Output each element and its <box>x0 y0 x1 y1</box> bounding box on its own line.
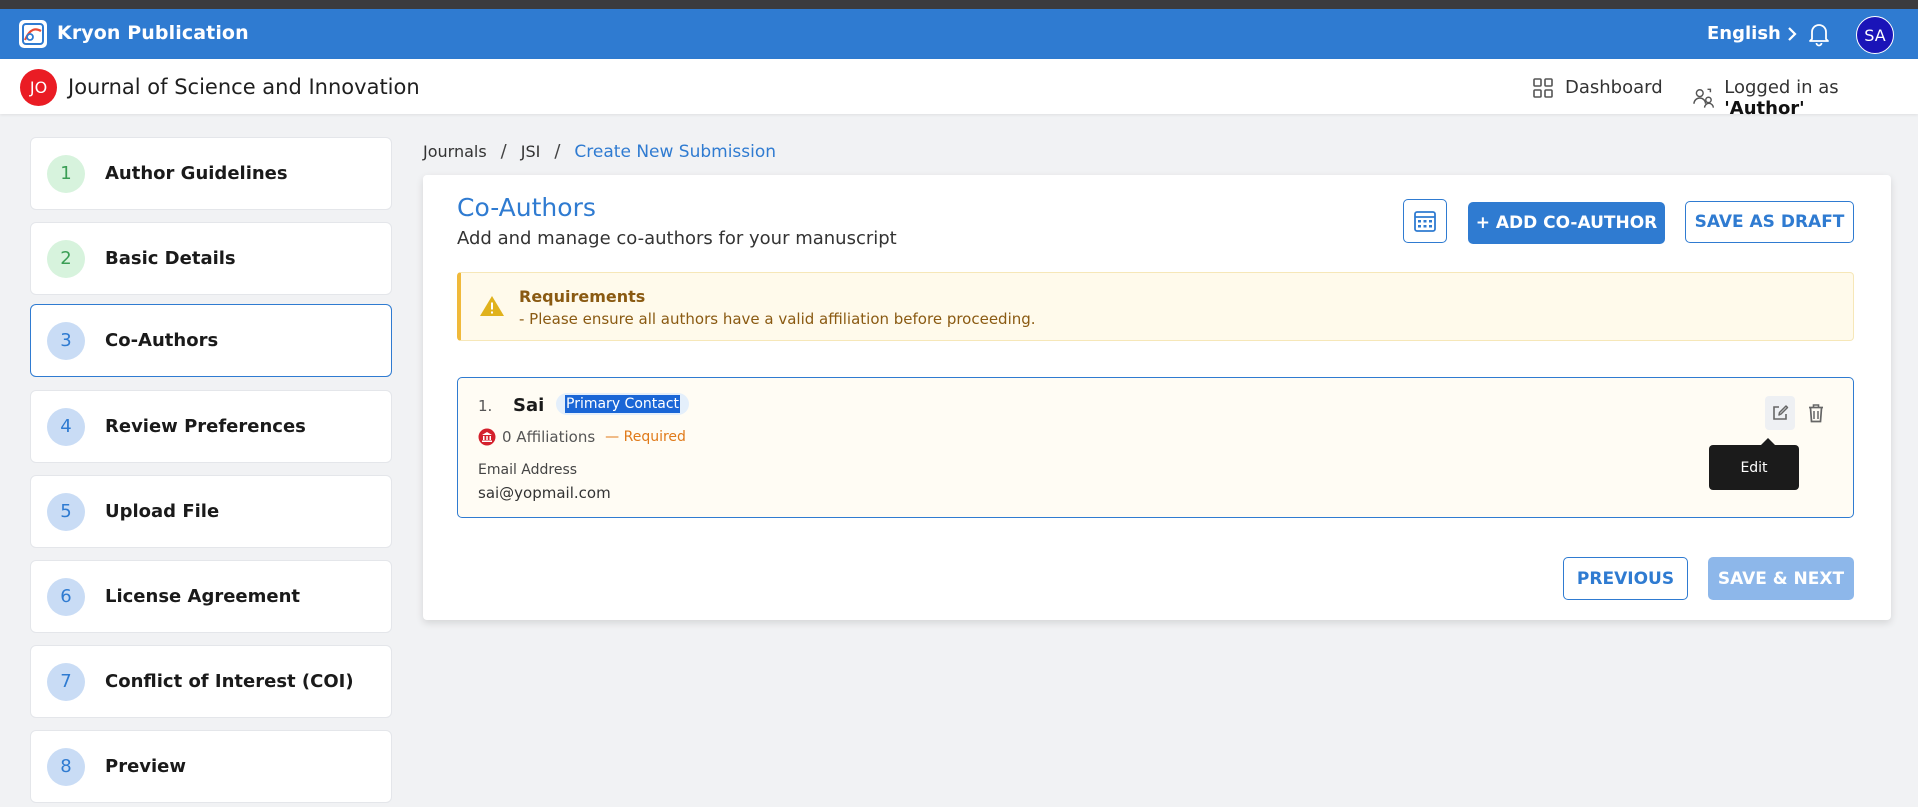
window-top-strip <box>0 0 1918 9</box>
step-label: Basic Details <box>105 248 236 269</box>
step-author-guidelines[interactable]: 1 Author Guidelines <box>30 137 392 210</box>
journal-title: Journal of Science and Innovation <box>68 75 420 99</box>
journal-bar: JO Journal of Science and Innovation Das… <box>0 59 1918 119</box>
logged-in-prefix: Logged in as <box>1724 77 1839 98</box>
step-number: 6 <box>47 577 85 616</box>
edit-author-button[interactable] <box>1765 396 1795 430</box>
save-and-next-button[interactable]: SAVE & NEXT <box>1708 557 1854 600</box>
step-label: Co-Authors <box>105 330 219 351</box>
email-label: Email Address <box>478 462 578 478</box>
step-license-agreement[interactable]: 6 License Agreement <box>30 560 392 633</box>
dashboard-grid-icon <box>1533 77 1553 98</box>
logged-in-status: Logged in as 'Author' <box>1693 77 1918 119</box>
edit-icon <box>1773 405 1789 420</box>
user-avatar[interactable]: SA <box>1856 16 1894 54</box>
previous-button[interactable]: PREVIOUS <box>1563 557 1688 600</box>
email-value: sai@yopmail.com <box>478 484 611 502</box>
co-authors-card: Co-Authors Add and manage co-authors for… <box>423 175 1891 620</box>
language-selector[interactable]: English <box>1707 23 1797 44</box>
user-switch-icon <box>1693 88 1715 108</box>
affiliations-status: 0 Affiliations — Required <box>478 428 686 446</box>
step-upload-file[interactable]: 5 Upload File <box>30 475 392 548</box>
step-basic-details[interactable]: 2 Basic Details <box>30 222 392 295</box>
step-number: 2 <box>47 239 85 278</box>
notification-bell-icon[interactable] <box>1806 21 1832 47</box>
author-name: Sai <box>513 395 545 416</box>
institution-icon <box>478 428 496 446</box>
step-label: Author Guidelines <box>105 163 288 184</box>
step-preview[interactable]: 8 Preview <box>30 730 392 803</box>
step-number: 3 <box>47 321 85 360</box>
trash-icon <box>1809 404 1823 423</box>
step-number: 7 <box>47 662 85 701</box>
page-subtitle: Add and manage co-authors for your manus… <box>457 228 897 249</box>
edit-tooltip: Edit <box>1709 438 1799 490</box>
author-card: 1. Sai Primary Contact 0 Affiliations — … <box>457 377 1854 518</box>
breadcrumb-journals[interactable]: Journals <box>423 142 487 161</box>
step-number: 5 <box>47 492 85 531</box>
kryon-logo-icon <box>19 20 47 48</box>
step-number: 1 <box>47 154 85 193</box>
requirements-title: Requirements <box>519 287 646 306</box>
journal-badge: JO <box>20 69 57 106</box>
step-label: Review Preferences <box>105 416 306 437</box>
table-view-button[interactable] <box>1403 199 1447 243</box>
breadcrumb-jsi[interactable]: JSI <box>521 142 541 161</box>
delete-author-button[interactable] <box>1802 398 1830 428</box>
step-conflict-of-interest[interactable]: 7 Conflict of Interest (COI) <box>30 645 392 718</box>
affiliations-required: — Required <box>605 429 686 445</box>
step-review-preferences[interactable]: 4 Review Preferences <box>30 390 392 463</box>
author-number: 1. <box>478 397 493 415</box>
primary-contact-label: Primary Contact <box>565 395 681 413</box>
save-as-draft-button[interactable]: SAVE AS DRAFT <box>1685 201 1854 243</box>
page-title: Co-Authors <box>457 193 596 222</box>
breadcrumb-separator: / <box>500 141 507 162</box>
step-number: 4 <box>47 407 85 446</box>
app-header: Kryon Publication English SA <box>0 9 1918 59</box>
affiliations-count: 0 Affiliations <box>502 428 596 446</box>
step-number: 8 <box>47 747 85 786</box>
dashboard-label: Dashboard <box>1565 77 1663 98</box>
step-label: License Agreement <box>105 586 301 607</box>
chevron-right-icon <box>1788 26 1797 41</box>
breadcrumb-separator: / <box>554 141 561 162</box>
step-co-authors[interactable]: 3 Co-Authors <box>30 304 392 377</box>
breadcrumb: Journals / JSI / Create New Submission <box>423 141 776 162</box>
add-co-author-button[interactable]: + ADD CO-AUTHOR <box>1468 202 1665 244</box>
language-label: English <box>1707 23 1781 44</box>
step-label: Conflict of Interest (COI) <box>105 671 354 692</box>
app-title: Kryon Publication <box>57 22 249 44</box>
requirements-alert: Requirements - Please ensure all authors… <box>457 272 1854 341</box>
requirements-text: - Please ensure all authors have a valid… <box>519 310 1036 328</box>
user-role: 'Author' <box>1724 98 1805 119</box>
primary-contact-badge: Primary Contact <box>556 393 690 415</box>
breadcrumb-current: Create New Submission <box>574 141 777 162</box>
calendar-table-icon <box>1414 211 1436 232</box>
step-label: Upload File <box>105 501 220 522</box>
step-label: Preview <box>105 756 187 777</box>
warning-icon <box>480 296 504 316</box>
dashboard-link[interactable]: Dashboard <box>1533 77 1663 98</box>
